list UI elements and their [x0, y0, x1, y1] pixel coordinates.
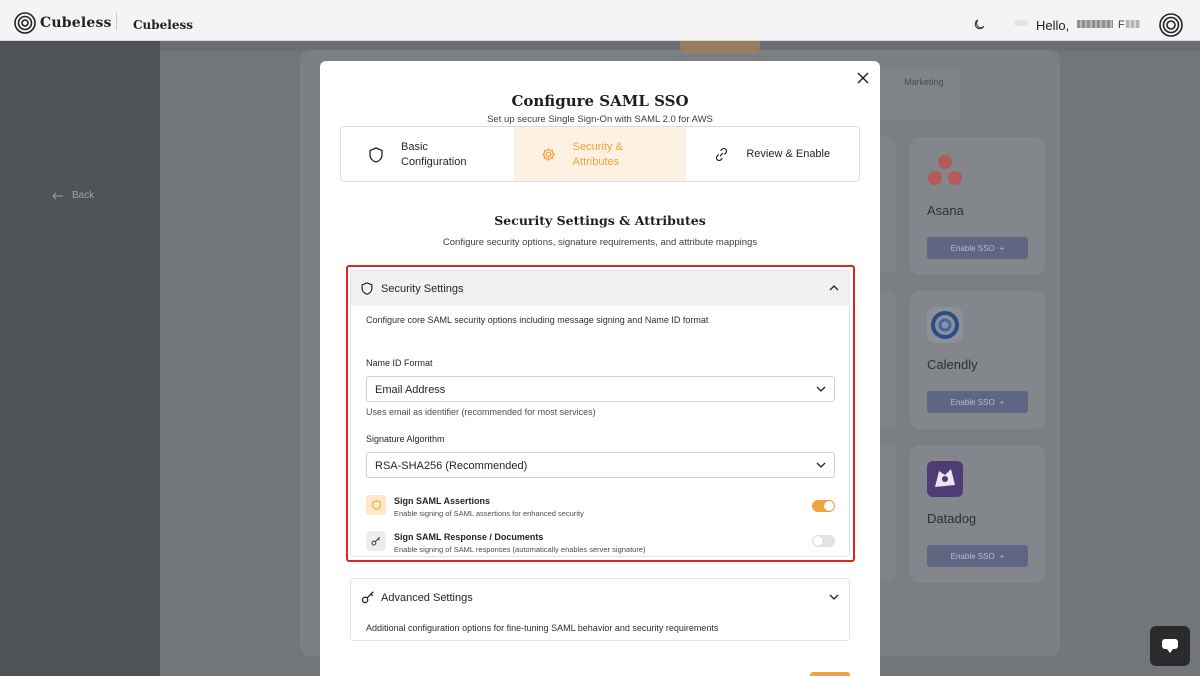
sign-response-title: Sign SAML Response / Documents	[394, 532, 544, 542]
user-name-redacted	[1077, 20, 1113, 28]
name-id-hint: Uses email as identifier (recommended fo…	[366, 407, 596, 417]
security-settings-description: Configure core SAML security options inc…	[366, 315, 709, 325]
status-dot	[1014, 20, 1028, 26]
step-label-line2: Configuration	[401, 156, 467, 168]
logo[interactable]: Cubeless	[14, 12, 112, 34]
enable-sso-label: Enable SSO	[950, 551, 995, 561]
name-id-select[interactable]: Email Address	[366, 376, 835, 402]
brand-divider	[116, 12, 117, 30]
sign-assertions-toggle[interactable]	[812, 500, 835, 512]
enable-sso-button[interactable]: Enable SSO +	[927, 391, 1028, 413]
security-settings-title: Security Settings	[381, 283, 464, 295]
user-name-redacted-2	[1126, 20, 1140, 28]
cubeless-logo-icon	[14, 12, 36, 34]
step-label-line1: Basic	[401, 141, 428, 153]
link-icon	[716, 147, 728, 162]
shield-icon	[371, 500, 381, 510]
step-label-line1: Security &	[572, 141, 623, 153]
tab-marketing[interactable]: Marketing	[904, 77, 944, 87]
active-tab-indicator	[680, 41, 760, 53]
modal-subtitle: Set up secure Single Sign-On with SAML 2…	[487, 114, 713, 125]
step-label: Security & Attributes	[573, 140, 623, 170]
back-link[interactable]: Back	[52, 190, 94, 201]
stepper: Basic Configuration Security & Attribute…	[340, 126, 860, 182]
security-settings-card: Security Settings Configure core SAML se…	[350, 270, 850, 557]
signature-algorithm-value: RSA-SHA256 (Recommended)	[375, 460, 528, 472]
back-label: Back	[72, 190, 95, 201]
chevron-down-icon	[816, 386, 826, 392]
step-label-line2: Attributes	[572, 156, 620, 168]
chat-icon	[1162, 639, 1178, 653]
sign-assertions-description: Enable signing of SAML assertions for en…	[394, 509, 584, 518]
logo-text: Cubeless	[40, 15, 112, 31]
sign-assertions-title: Sign SAML Assertions	[394, 496, 491, 506]
step-label: Review & Enable	[746, 148, 831, 160]
toggle-knob	[813, 536, 823, 546]
sign-assertions-icon-box	[366, 495, 386, 515]
top-bar: Cubeless Cubeless Hello, F	[0, 0, 1200, 41]
app-name: Calendly	[927, 357, 978, 372]
advanced-settings-title: Advanced Settings	[381, 592, 473, 604]
brand-name: Cubeless	[133, 18, 194, 32]
next-button[interactable]	[810, 672, 850, 676]
sign-response-toggle[interactable]	[812, 535, 835, 547]
asana-icon	[928, 155, 962, 185]
name-id-value: Email Address	[375, 384, 446, 396]
enable-sso-label: Enable SSO	[950, 243, 995, 253]
app-card-asana[interactable]: Asana Enable SSO +	[910, 137, 1045, 275]
sidebar	[0, 41, 160, 676]
app-name: Datadog	[927, 511, 977, 526]
avatar[interactable]	[1159, 13, 1183, 37]
key-icon	[361, 591, 374, 604]
chevron-down-icon	[816, 462, 826, 468]
app-card-calendly[interactable]: Calendly Enable SSO +	[910, 291, 1045, 429]
step-review-enable[interactable]: Review & Enable	[686, 127, 859, 181]
advanced-settings-card[interactable]: Advanced Settings Additional configurati…	[350, 578, 850, 641]
close-icon[interactable]	[856, 71, 870, 85]
moon-icon[interactable]	[974, 18, 986, 30]
modal-title: Configure SAML SSO	[511, 92, 689, 110]
plus-icon: +	[999, 397, 1005, 407]
plus-icon: +	[999, 551, 1005, 561]
section-title: Security Settings & Attributes	[494, 213, 706, 228]
app-card-datadog[interactable]: Datadog Enable SSO +	[910, 445, 1045, 583]
enable-sso-button[interactable]: Enable SSO +	[927, 237, 1028, 259]
signature-algorithm-select[interactable]: RSA-SHA256 (Recommended)	[366, 452, 835, 478]
step-basic-configuration[interactable]: Basic Configuration	[341, 127, 514, 181]
user-initial: F	[1118, 19, 1125, 31]
section-subtitle: Configure security options, signature re…	[442, 237, 758, 248]
name-id-label: Name ID Format	[366, 358, 433, 368]
enable-sso-label: Enable SSO	[950, 397, 995, 407]
category-tabs	[880, 68, 960, 120]
shield-icon	[361, 282, 373, 295]
plus-icon: +	[999, 243, 1005, 253]
step-security-attributes[interactable]: Security & Attributes	[513, 127, 687, 181]
sign-response-description: Enable signing of SAML responses (automa…	[394, 545, 646, 554]
key-icon	[371, 536, 381, 546]
advanced-settings-description: Additional configuration options for fin…	[366, 623, 719, 633]
app-name: Asana	[927, 203, 964, 218]
gear-icon	[541, 148, 555, 161]
greeting: Hello,	[1036, 18, 1070, 33]
step-label: Basic Configuration	[401, 140, 466, 170]
toggle-knob	[824, 501, 834, 511]
chat-button[interactable]	[1150, 626, 1190, 666]
chevron-down-icon[interactable]	[829, 593, 839, 601]
arrow-left-icon	[52, 192, 63, 199]
enable-sso-button[interactable]: Enable SSO +	[927, 545, 1028, 567]
chevron-up-icon[interactable]	[829, 284, 839, 292]
saml-sso-modal: Configure SAML SSO Set up secure Single …	[320, 61, 880, 676]
signature-algorithm-label: Signature Algorithm	[366, 434, 445, 444]
calendly-icon	[927, 307, 963, 343]
sign-response-icon-box	[366, 531, 386, 551]
shield-icon	[369, 147, 383, 163]
security-settings-header[interactable]: Security Settings	[351, 271, 849, 306]
datadog-icon	[927, 461, 963, 497]
